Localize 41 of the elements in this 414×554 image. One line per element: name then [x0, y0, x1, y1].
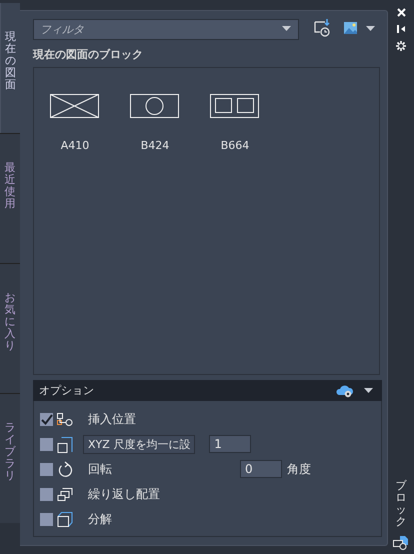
- block-name: B664: [220, 139, 250, 152]
- insert-point-icon: [56, 412, 74, 426]
- value-field[interactable]: 0: [240, 460, 282, 478]
- cloud-gear-icon[interactable]: [336, 384, 354, 398]
- scale-dropdown[interactable]: XYZ 尺度を均一に設: [83, 434, 196, 454]
- option-label: 回転: [88, 460, 112, 478]
- option-label: 繰り返し配置: [88, 486, 160, 502]
- checkbox[interactable]: [40, 512, 53, 526]
- image-icon[interactable]: [344, 22, 357, 34]
- checkbox[interactable]: [40, 488, 53, 500]
- close-icon[interactable]: [396, 8, 406, 17]
- two-squares-icon[interactable]: [210, 94, 260, 119]
- side-tab[interactable]: 最近使用: [0, 133, 20, 263]
- block-name: B424: [140, 139, 170, 152]
- caret-icon: [282, 26, 291, 30]
- checkbox[interactable]: [40, 438, 53, 450]
- side-tab[interactable]: お気に入り: [0, 263, 20, 393]
- option-label: 分解: [88, 510, 112, 528]
- option-label: 挿入位置: [88, 410, 136, 428]
- unit-label: 角度: [287, 460, 311, 478]
- block-name: A410: [60, 139, 90, 152]
- blocks-icon[interactable]: [393, 536, 409, 550]
- settings-icon[interactable]: [396, 41, 406, 51]
- circle-rectangle-icon[interactable]: [130, 94, 180, 119]
- cube-icon: [56, 510, 74, 528]
- pin-icon[interactable]: [397, 25, 405, 33]
- palette-title: ブロック: [396, 480, 406, 528]
- crossed-rectangle-icon[interactable]: [50, 94, 100, 119]
- side-tab[interactable]: 現在の図面: [0, 3, 20, 133]
- options-title: オプション: [39, 383, 95, 398]
- side-tab[interactable]: ライブラリ: [0, 393, 20, 523]
- caret-icon[interactable]: [364, 388, 373, 393]
- checkbox[interactable]: [40, 462, 53, 476]
- checkbox[interactable]: [40, 412, 53, 426]
- value-field[interactable]: 1: [209, 435, 252, 453]
- filter-field[interactable]: フィルタ: [33, 18, 299, 40]
- section-title: 現在の図面のブロック: [33, 47, 144, 62]
- caret-icon[interactable]: [366, 26, 375, 30]
- rotate-icon: [56, 460, 74, 478]
- scale-icon: [56, 436, 74, 452]
- stacked-windows-icon: [56, 486, 74, 502]
